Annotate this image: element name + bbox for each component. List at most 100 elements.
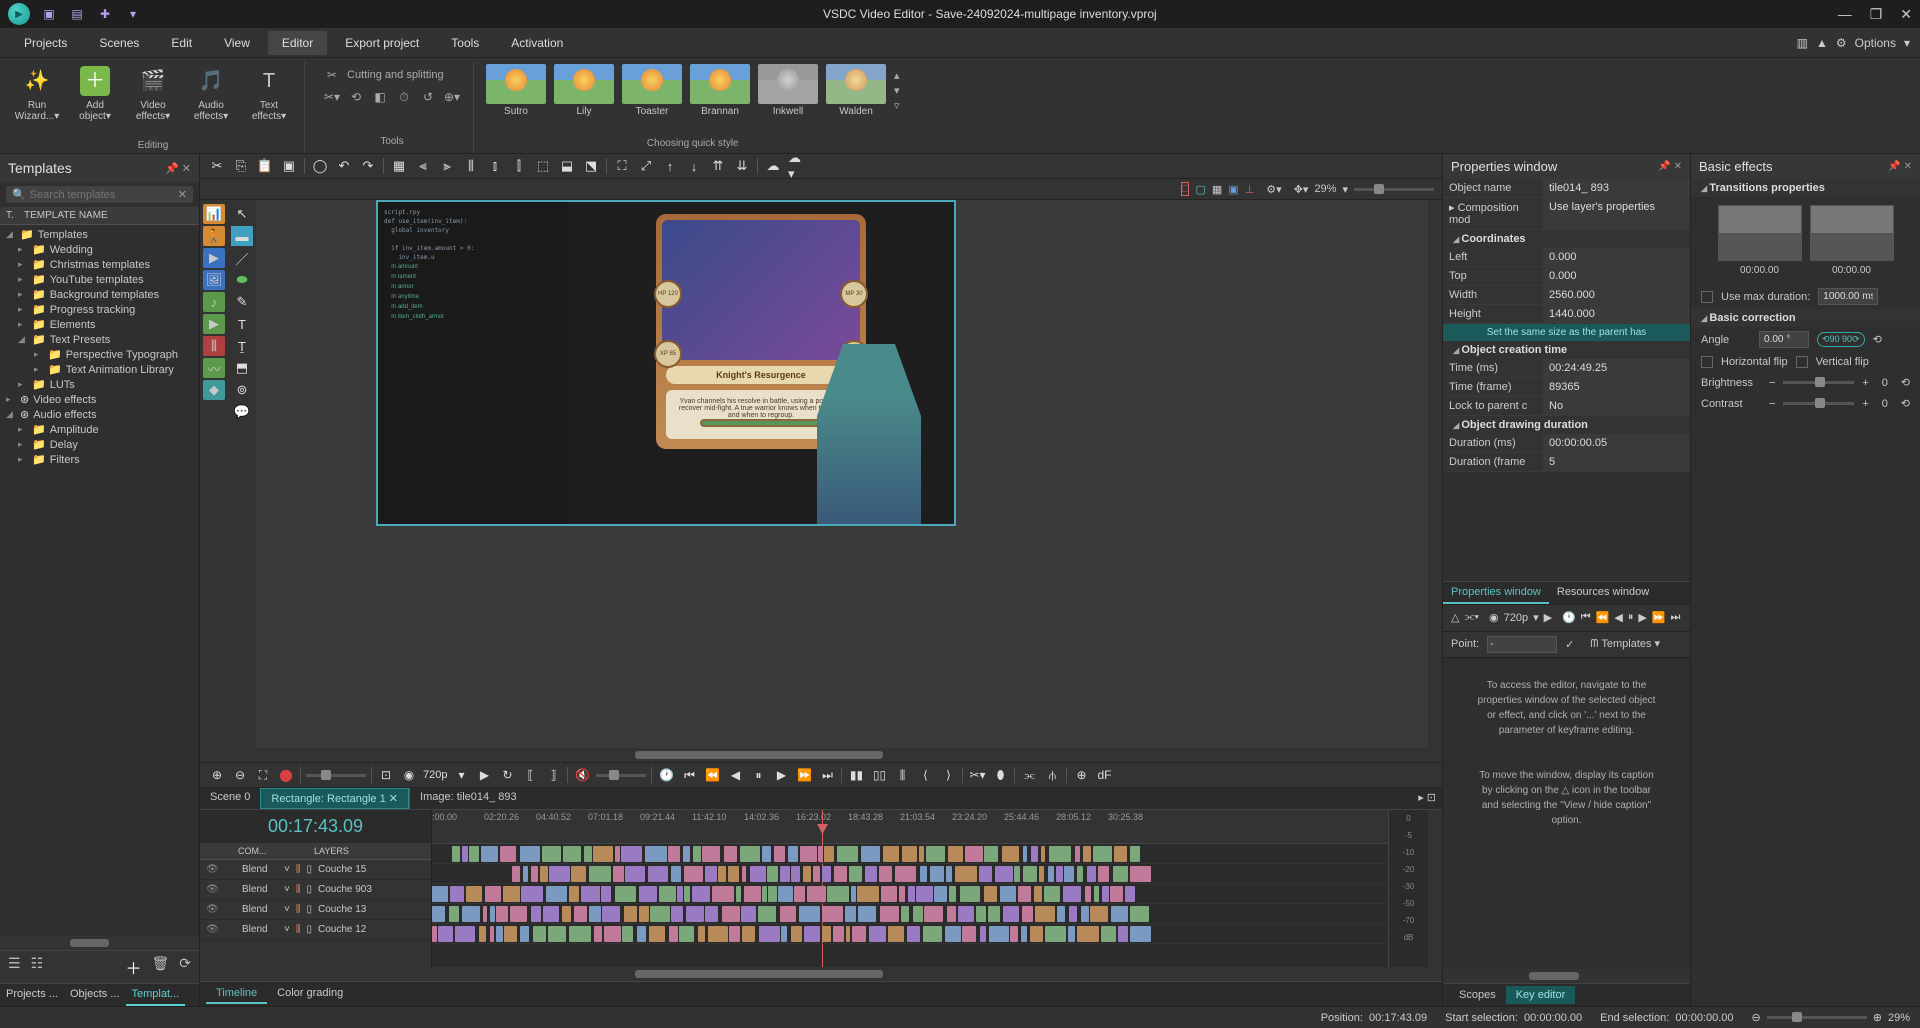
pv-box1-icon[interactable]: □: [1181, 182, 1190, 196]
section-creation[interactable]: Object creation time: [1443, 341, 1690, 359]
tree-item[interactable]: ▸📁Progress tracking: [0, 302, 199, 317]
ot-sprite-icon[interactable]: ▶: [203, 314, 225, 334]
tool-speed-icon[interactable]: ⏱: [395, 88, 413, 106]
tl-trim2-icon[interactable]: ⟩: [939, 766, 957, 784]
ke-point-input[interactable]: [1487, 636, 1557, 653]
maximize-icon[interactable]: ❐: [1870, 6, 1883, 23]
ke-prev-icon[interactable]: ⏪: [1596, 609, 1610, 627]
ke-next-icon[interactable]: ⏩: [1652, 609, 1666, 627]
tl-marker-icon[interactable]: ⬮: [991, 766, 1009, 784]
ke-pause-icon[interactable]: ⏸: [1628, 609, 1634, 627]
tl-tab-rect[interactable]: Rectangle: Rectangle 1 ✕: [260, 788, 409, 809]
section-coordinates[interactable]: Coordinates: [1443, 230, 1690, 248]
tb-al6-icon[interactable]: ⬚: [534, 157, 552, 175]
track[interactable]: [432, 884, 1388, 904]
prop-dur-frame[interactable]: 5: [1543, 453, 1690, 471]
use-max-checkbox[interactable]: [1701, 291, 1713, 303]
tb-al2-icon[interactable]: ⫸: [438, 157, 456, 175]
tl-fx2-icon[interactable]: dF: [1095, 766, 1113, 784]
tl-pause-icon[interactable]: ⏸: [749, 766, 767, 784]
contrast-minus[interactable]: −: [1769, 398, 1775, 410]
ot-video-icon[interactable]: ▶: [203, 248, 225, 268]
tl-cut-icon[interactable]: ✂▾: [968, 766, 986, 784]
tb-redo-icon[interactable]: ↷: [359, 157, 377, 175]
tb-paste-icon[interactable]: 📋: [256, 157, 274, 175]
tb-al3-icon[interactable]: ⫼: [462, 157, 480, 175]
tab-colorgrading[interactable]: Color grading: [267, 984, 353, 1004]
tree-item[interactable]: ▸📁Background templates: [0, 287, 199, 302]
tl-res-label[interactable]: 720p: [423, 766, 447, 784]
tree-item[interactable]: ▸📁Wedding: [0, 242, 199, 257]
ke-tri-icon[interactable]: △: [1451, 609, 1459, 627]
track[interactable]: [432, 864, 1388, 884]
ot-diamond-icon[interactable]: ◆: [203, 380, 225, 400]
prop-width[interactable]: 2560.000: [1543, 286, 1690, 304]
ot-person-icon[interactable]: 🚶: [203, 226, 225, 246]
tl-first-icon[interactable]: ⏮: [680, 766, 698, 784]
styles-more-icon[interactable]: ▿: [894, 99, 900, 112]
tab-objects[interactable]: Objects ...: [64, 984, 126, 1006]
text-effects-button[interactable]: TText effects▾: [244, 64, 294, 124]
tl-last-icon[interactable]: ⏭: [818, 766, 836, 784]
qa-open-icon[interactable]: ▤: [68, 5, 86, 23]
vflip-checkbox[interactable]: [1796, 356, 1808, 368]
collapse-ribbon-icon[interactable]: ▲: [1816, 36, 1828, 50]
preview-canvas[interactable]: script.rpydef use_item(inv_item): global…: [376, 200, 956, 526]
tb-cut-icon[interactable]: ✂: [208, 157, 226, 175]
st-rect-icon[interactable]: ▬: [231, 226, 253, 246]
audio-effects-button[interactable]: 🎵Audio effects▾: [186, 64, 236, 124]
styles-up-icon[interactable]: ▴: [894, 69, 900, 82]
ke-time-icon[interactable]: 🕐: [1562, 609, 1576, 627]
video-effects-button[interactable]: 🎬Video effects▾: [128, 64, 178, 124]
brightness-reset-icon[interactable]: ⟲: [1901, 376, 1910, 389]
tree-item[interactable]: ◢⊛Audio effects: [0, 407, 199, 422]
tl-time-icon[interactable]: 🕐: [657, 766, 675, 784]
col-name[interactable]: TEMPLATE NAME: [18, 207, 114, 224]
ot-audio-icon[interactable]: ♪: [203, 292, 225, 312]
pv-safe-icon[interactable]: ▣: [1228, 183, 1238, 196]
tool-rotate-icon[interactable]: ⟲: [347, 88, 365, 106]
st-textbox-icon[interactable]: Ṯ: [231, 336, 253, 356]
menu-export[interactable]: Export project: [331, 31, 433, 55]
timeline-row[interactable]: 👁Blend˅⫼▯Couche 15: [200, 860, 431, 880]
tl-zoom-slider[interactable]: [306, 774, 366, 777]
search-input[interactable]: [30, 189, 178, 201]
tl-link-icon[interactable]: ⫘: [1020, 766, 1038, 784]
tl-split3-icon[interactable]: ⫼: [893, 766, 911, 784]
tree-item[interactable]: ◢📁Templates: [0, 227, 199, 242]
run-wizard-button[interactable]: ✨Run Wizard...▾: [12, 64, 62, 124]
st-chat-icon[interactable]: 💬: [231, 402, 253, 422]
prop-lock[interactable]: No: [1543, 397, 1690, 415]
tb-select-icon[interactable]: ▦: [390, 157, 408, 175]
tree-item[interactable]: ▸📁Christmas templates: [0, 257, 199, 272]
brightness-slider[interactable]: [1783, 381, 1854, 384]
tl-split1-icon[interactable]: ▮▮: [847, 766, 865, 784]
pv-gear-icon[interactable]: ⚙▾: [1266, 183, 1281, 196]
angle-input[interactable]: [1759, 331, 1809, 348]
tool-crop-icon[interactable]: ✂▾: [323, 88, 341, 106]
gear-icon[interactable]: ⚙: [1836, 36, 1847, 50]
contrast-slider[interactable]: [1783, 402, 1854, 405]
tb-al5-icon[interactable]: ⫿: [510, 157, 528, 175]
style-sutro[interactable]: Sutro: [486, 64, 546, 117]
tb-al1-icon[interactable]: ⫷: [414, 157, 432, 175]
tb-al4-icon[interactable]: ⫾: [486, 157, 504, 175]
tree-item[interactable]: ▸⊛Video effects: [0, 392, 199, 407]
tree-collapse-icon[interactable]: ☰: [8, 955, 21, 979]
tb-undo-icon[interactable]: ↶: [335, 157, 353, 175]
tl-record-icon[interactable]: ⬤: [277, 766, 295, 784]
add-object-button[interactable]: ＋Add object▾: [70, 64, 120, 124]
style-brannan[interactable]: Brannan: [690, 64, 750, 117]
section-basic-correction[interactable]: Basic correction: [1691, 309, 1920, 327]
qa-save-icon[interactable]: ✚: [96, 5, 114, 23]
tb-copy-icon[interactable]: ⎘: [232, 157, 250, 175]
tl-out-icon[interactable]: ⟧: [544, 766, 562, 784]
menu-tools[interactable]: Tools: [437, 31, 493, 55]
st-text-icon[interactable]: T: [231, 314, 253, 334]
ke-play-icon[interactable]: ▶: [1544, 609, 1552, 627]
tl-snap-icon[interactable]: ⊡: [377, 766, 395, 784]
tl-fwd-icon[interactable]: ▶: [772, 766, 790, 784]
tl-in-icon[interactable]: ⟦: [521, 766, 539, 784]
tl-tab-more-icon[interactable]: ▸ ⊡: [1412, 788, 1442, 809]
prop-time-frame[interactable]: 89365: [1543, 378, 1690, 396]
